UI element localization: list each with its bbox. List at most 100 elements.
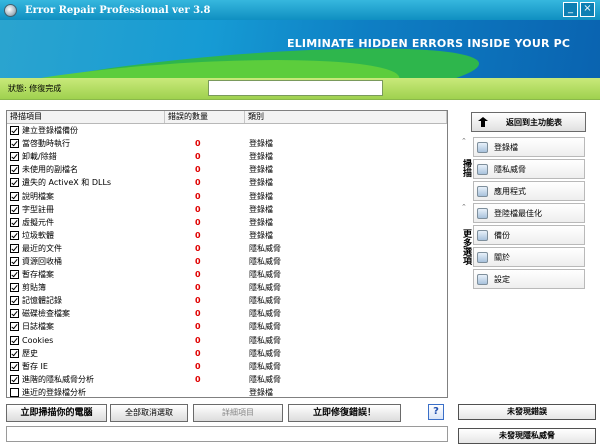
list-item[interactable]: 暫存檔案 0 隱私威脅	[7, 268, 447, 281]
item-checkbox[interactable]	[10, 139, 19, 149]
sidebar-item-applications[interactable]: 應用程式	[473, 181, 585, 201]
list-item[interactable]: 垃圾軟體 0 登錄檔	[7, 229, 447, 242]
item-checkbox[interactable]	[10, 152, 19, 162]
backup-icon	[477, 229, 488, 241]
no-errors-found-button[interactable]: 未發現錯誤	[458, 404, 596, 420]
list-item[interactable]: 卸載/除錯 0 登錄檔	[7, 150, 447, 163]
list-item[interactable]: 日誌檔案 0 隱私威脅	[7, 320, 447, 333]
item-label: 說明檔案	[22, 191, 54, 201]
error-count: 0	[195, 296, 201, 306]
close-button[interactable]: ×	[580, 2, 595, 17]
list-item[interactable]: 進階的隱私威脅分析 0 隱私威脅	[7, 373, 447, 386]
list-item[interactable]: 當啓動時執行 0 登錄檔	[7, 137, 447, 150]
sidebar-item-registry-optimize[interactable]: 登陸檔最佳化	[473, 203, 585, 223]
list-item[interactable]: 暫存 IE 0 隱私威脅	[7, 360, 447, 373]
status-label: 狀態: 修復完成	[8, 84, 62, 93]
header-banner: ELIMINATE HIDDEN ERRORS INSIDE YOUR PC	[0, 20, 600, 78]
list-item-name: 暫存 IE	[7, 361, 165, 372]
error-count: 0	[195, 309, 201, 319]
error-count: 0	[195, 322, 201, 332]
column-header-item[interactable]: 掃描項目	[7, 111, 165, 123]
item-checkbox[interactable]	[10, 230, 19, 240]
item-category: 登錄檔	[249, 152, 273, 162]
chevron-up-icon[interactable]: ⌃	[461, 137, 467, 145]
list-item[interactable]: 最近的文件 0 隱私威脅	[7, 242, 447, 255]
list-item-name: 字型註冊	[7, 204, 165, 215]
list-item[interactable]: 字型註冊 0 登錄檔	[7, 203, 447, 216]
help-button[interactable]: ?	[428, 404, 444, 420]
item-category: 登錄檔	[249, 139, 273, 149]
item-category: 登錄檔	[249, 204, 273, 214]
item-category: 隱私威脅	[249, 256, 281, 266]
registry-icon	[477, 141, 488, 153]
chevron-up-icon[interactable]: ⌃	[461, 203, 467, 211]
list-item[interactable]: 歷史 0 隱私威脅	[7, 347, 447, 360]
list-item[interactable]: 磁碟檢查檔案 0 隱私威脅	[7, 307, 447, 320]
item-label: 記憶體記錄	[22, 296, 62, 306]
sidebar-item-registry[interactable]: 登錄檔	[473, 137, 585, 157]
list-item[interactable]: 進近的登錄檔分析 登錄檔	[7, 386, 447, 399]
column-header-type[interactable]: 類別	[245, 111, 447, 123]
item-category: 隱私威脅	[249, 361, 281, 371]
sidebar-item-privacy[interactable]: 隱私威脅	[473, 159, 585, 179]
no-privacy-threats-button[interactable]: 未發現隱私威脅	[458, 428, 596, 444]
sidebar-item-label: 設定	[494, 274, 510, 284]
item-checkbox[interactable]	[10, 256, 19, 266]
list-item[interactable]: 說明檔案 0 登錄檔	[7, 189, 447, 202]
settings-icon	[477, 273, 488, 285]
more-options-title: 更多選項	[461, 229, 471, 265]
list-item-name: 最近的文件	[7, 243, 165, 254]
back-to-main-menu-button[interactable]: 返回到主功能表	[471, 112, 586, 132]
item-checkbox[interactable]	[10, 243, 19, 253]
error-count: 0	[195, 165, 201, 175]
item-checkbox[interactable]	[10, 204, 19, 214]
item-checkbox[interactable]	[10, 126, 19, 136]
bottom-status-field	[6, 426, 448, 442]
item-checkbox[interactable]	[10, 283, 19, 293]
item-checkbox[interactable]	[10, 361, 19, 371]
item-category: 隱私威脅	[249, 283, 281, 293]
item-checkbox[interactable]	[10, 191, 19, 201]
item-checkbox[interactable]	[10, 296, 19, 306]
item-label: Cookies	[22, 335, 54, 345]
item-category: 隱私威脅	[249, 335, 281, 345]
sidebar-item-settings[interactable]: 設定	[473, 269, 585, 289]
item-checkbox[interactable]	[10, 335, 19, 345]
applications-icon	[477, 185, 488, 197]
error-count: 0	[195, 230, 201, 240]
item-checkbox[interactable]	[10, 217, 19, 227]
error-count: 0	[195, 191, 201, 201]
list-item-name: 進近的登錄檔分析	[7, 387, 165, 398]
error-count: 0	[195, 374, 201, 384]
item-checkbox[interactable]	[10, 178, 19, 188]
item-checkbox[interactable]	[10, 348, 19, 358]
column-header-count[interactable]: 錯誤的數量	[165, 111, 245, 123]
details-button[interactable]: 詳細項目	[193, 404, 283, 422]
list-item[interactable]: 資源回收桶 0 隱私威脅	[7, 255, 447, 268]
repair-now-button[interactable]: 立即修復錯誤！	[288, 404, 401, 422]
list-item[interactable]: 剪貼簿 0 隱私威脅	[7, 281, 447, 294]
item-label: 最近的文件	[22, 243, 62, 253]
item-category: 登錄檔	[249, 191, 273, 201]
item-checkbox[interactable]	[10, 309, 19, 319]
list-item[interactable]: 未使用的副檔名 0 登錄檔	[7, 163, 447, 176]
item-checkbox[interactable]	[10, 387, 19, 397]
minimize-button[interactable]: _	[563, 2, 578, 17]
list-item[interactable]: 遺失的 ActiveX 和 DLLs 0 登錄檔	[7, 176, 447, 189]
item-checkbox[interactable]	[10, 374, 19, 384]
sidebar-item-about[interactable]: 關於	[473, 247, 585, 267]
scan-now-button[interactable]: 立即掃描你的電腦	[6, 404, 107, 422]
item-checkbox[interactable]	[10, 270, 19, 280]
item-checkbox[interactable]	[10, 165, 19, 175]
banner-tagline: ELIMINATE HIDDEN ERRORS INSIDE YOUR PC	[287, 37, 571, 50]
list-item[interactable]: 記憶體記錄 0 隱私威脅	[7, 294, 447, 307]
item-label: 建立登錄檔備份	[22, 126, 78, 136]
list-item-name: 說明檔案	[7, 191, 165, 202]
item-checkbox[interactable]	[10, 322, 19, 332]
title-bar: Error Repair Professional ver 3.8 _ ×	[0, 0, 600, 20]
uncheck-all-button[interactable]: 全部取消選取	[110, 404, 188, 422]
list-item[interactable]: 建立登錄檔備份	[7, 124, 447, 137]
list-item[interactable]: Cookies 0 隱私威脅	[7, 334, 447, 347]
list-item[interactable]: 虛擬元件 0 登錄檔	[7, 216, 447, 229]
sidebar-item-backup[interactable]: 備份	[473, 225, 585, 245]
